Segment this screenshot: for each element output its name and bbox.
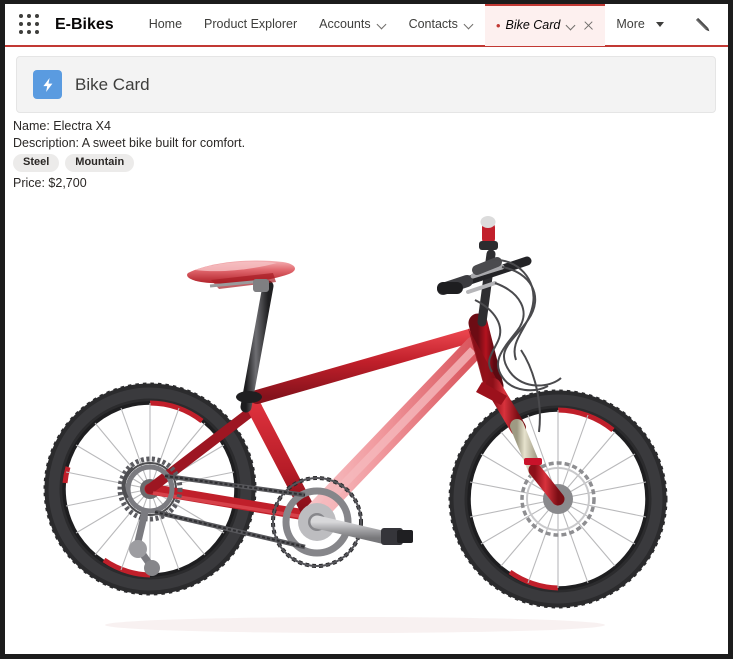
- caret-down-icon: [655, 22, 664, 27]
- nav-item-home-label: Home: [148, 17, 183, 32]
- nav-item-accounts[interactable]: Accounts: [308, 4, 397, 45]
- nav-item-more-label: More: [616, 17, 645, 32]
- app-name-label[interactable]: E-Bikes: [55, 16, 114, 34]
- close-icon[interactable]: [583, 20, 594, 31]
- record-description-line: Description: A sweet bike built for comf…: [13, 136, 246, 150]
- salesforce-app-window: E-Bikes Home Product Explorer Accounts C…: [5, 4, 728, 654]
- record-card-header: Bike Card: [16, 56, 716, 113]
- badge-material: Steel: [13, 154, 60, 172]
- app-launcher-grid-icon[interactable]: [19, 13, 41, 36]
- nav-item-more[interactable]: More: [605, 4, 674, 45]
- nav-item-product-explorer[interactable]: Product Explorer: [193, 4, 308, 45]
- nav-tab-bike-card[interactable]: • Bike Card: [484, 4, 606, 46]
- nav-item-contacts[interactable]: Contacts: [398, 4, 485, 45]
- chevron-down-icon[interactable]: [465, 20, 474, 29]
- badge-category: Mountain: [65, 154, 135, 172]
- nav-item-accounts-label: Accounts: [319, 17, 371, 32]
- nav-tab-bike-card-label: Bike Card: [505, 18, 561, 33]
- record-name-line: Name: Electra X4: [13, 119, 111, 133]
- record-price-line: Price: $2,700: [13, 176, 87, 190]
- nav-item-product-explorer-label: Product Explorer: [204, 17, 298, 32]
- record-badges: Steel Mountain: [13, 154, 728, 172]
- nav-item-contacts-label: Contacts: [408, 17, 458, 32]
- record-details: Name: Electra X4 Description: A sweet bi…: [5, 118, 728, 192]
- chevron-down-icon[interactable]: [567, 21, 576, 30]
- pencil-icon[interactable]: [688, 10, 718, 40]
- global-navigation-bar: E-Bikes Home Product Explorer Accounts C…: [5, 4, 728, 47]
- screenshot-outer-frame: E-Bikes Home Product Explorer Accounts C…: [0, 0, 733, 659]
- page-title: Bike Card: [75, 74, 150, 94]
- nav-item-home[interactable]: Home: [138, 4, 193, 45]
- bike-product-image: [5, 200, 728, 654]
- chevron-down-icon[interactable]: [378, 20, 387, 29]
- lightning-bolt-icon: [33, 70, 62, 99]
